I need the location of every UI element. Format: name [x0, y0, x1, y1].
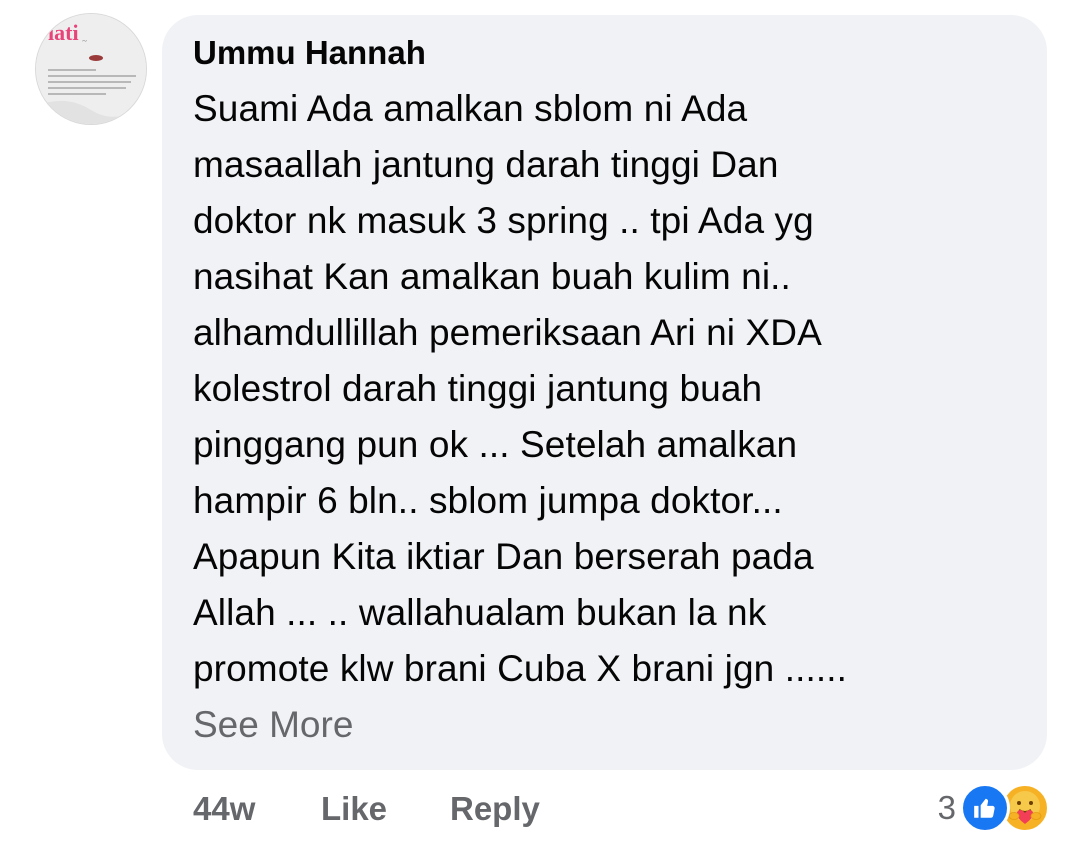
- avatar-brand-text: iati: [48, 20, 79, 45]
- reply-button[interactable]: Reply: [450, 790, 540, 828]
- avatar[interactable]: iati ~: [35, 13, 147, 125]
- reactions-summary[interactable]: 3: [938, 782, 1050, 834]
- like-button[interactable]: Like: [321, 790, 387, 828]
- comment-text-line: pinggang pun ok ... Setelah amalkan: [193, 424, 798, 465]
- reaction-count: 3: [937, 789, 956, 826]
- comment-text-line: doktor nk masuk 3 spring .. tpi Ada yg: [193, 200, 814, 241]
- comment-text-line: Allah ... .. wallahualam bukan la nk: [193, 592, 767, 633]
- comment-text-line: hampir 6 bln.. sblom jumpa doktor...: [193, 480, 783, 521]
- comment-text-line: Suami Ada amalkan sblom ni Ada: [193, 88, 748, 129]
- comment-text-line: Apapun Kita iktiar Dan berserah pada: [193, 536, 814, 577]
- svg-text:~: ~: [82, 36, 87, 46]
- comment-timestamp[interactable]: 44w: [193, 790, 255, 828]
- like-icon: [960, 783, 1010, 833]
- avatar-image: iati ~: [36, 14, 146, 124]
- comment-text-line: alhamdullillah pemeriksaan Ari ni XDA: [193, 312, 822, 353]
- comment-text-line: promote klw brani Cuba X brani jgn .....…: [193, 648, 847, 689]
- comment-text-line: nasihat Kan amalkan buah kulim ni..: [193, 256, 791, 297]
- see-more-link[interactable]: See More: [193, 704, 353, 746]
- comment-author[interactable]: Ummu Hannah: [193, 34, 426, 72]
- comment-text-line: masaallah jantung darah tinggi Dan: [193, 144, 779, 185]
- comment-text-line: kolestrol darah tinggi jantung buah: [193, 368, 763, 409]
